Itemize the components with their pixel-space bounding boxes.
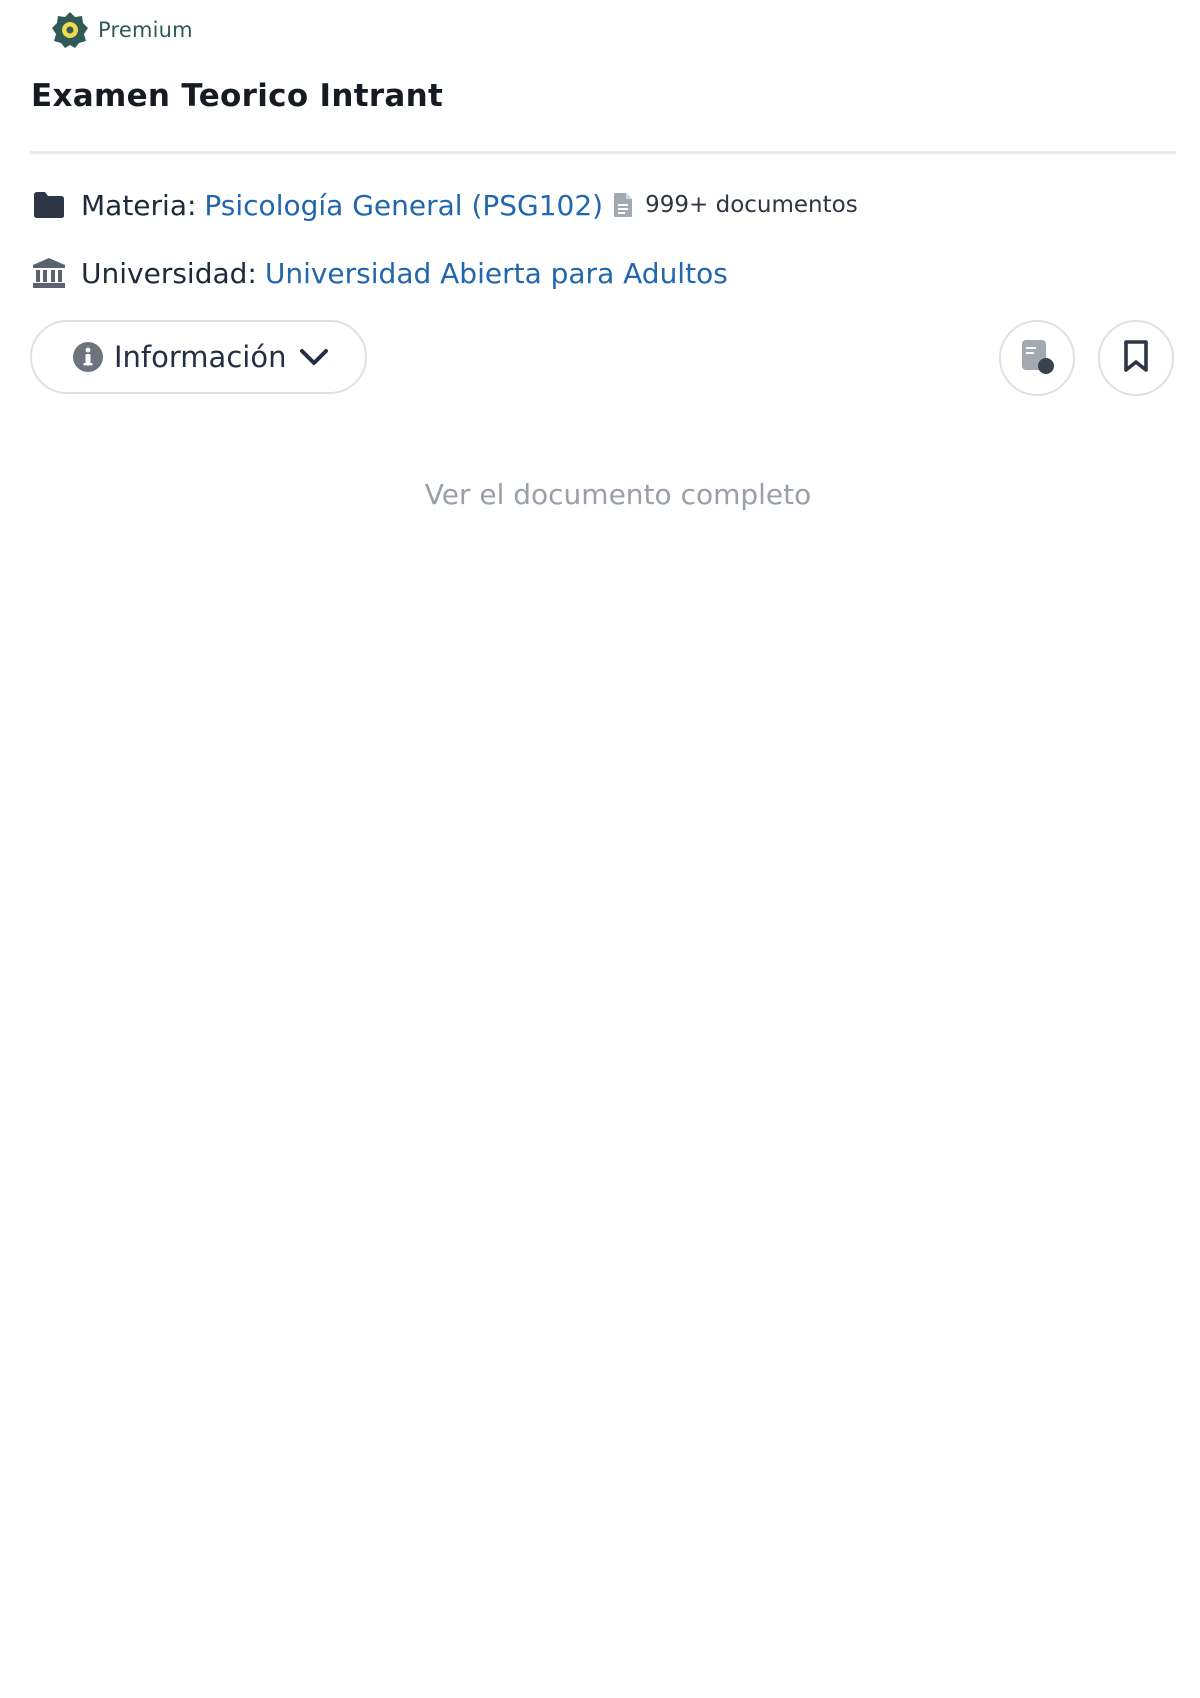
subject-link[interactable]: Psicología General (PSG102)	[204, 189, 603, 222]
info-button[interactable]: Información	[30, 320, 367, 394]
university-key: Universidad:	[81, 256, 257, 290]
info-icon	[72, 341, 104, 373]
university-row: Universidad: Universidad Abierta para Ad…	[31, 251, 728, 295]
document-count: 999+ documentos	[613, 191, 858, 219]
premium-badge: Premium	[50, 10, 193, 50]
chevron-down-icon	[298, 341, 330, 373]
premium-gear-icon	[50, 10, 90, 50]
document-notes-icon	[1017, 336, 1057, 380]
divider	[30, 151, 1176, 154]
university-icon	[31, 255, 67, 291]
file-icon	[613, 191, 635, 219]
premium-label: Premium	[98, 18, 193, 42]
bookmark-icon	[1121, 339, 1151, 377]
subject-key: Materia:	[81, 188, 197, 222]
page-title: Examen Teorico Intrant	[31, 78, 444, 114]
subject-row: Materia: Psicología General (PSG102) 999…	[31, 183, 858, 227]
document-count-label: 999+ documentos	[645, 192, 858, 218]
folder-icon	[31, 187, 67, 223]
info-label: Información	[114, 340, 287, 374]
university-link[interactable]: Universidad Abierta para Adultos	[265, 257, 728, 290]
bookmark-button[interactable]	[1098, 320, 1174, 396]
document-notes-button[interactable]	[999, 320, 1075, 396]
view-full-document-link[interactable]: Ver el documento completo	[0, 478, 1200, 511]
